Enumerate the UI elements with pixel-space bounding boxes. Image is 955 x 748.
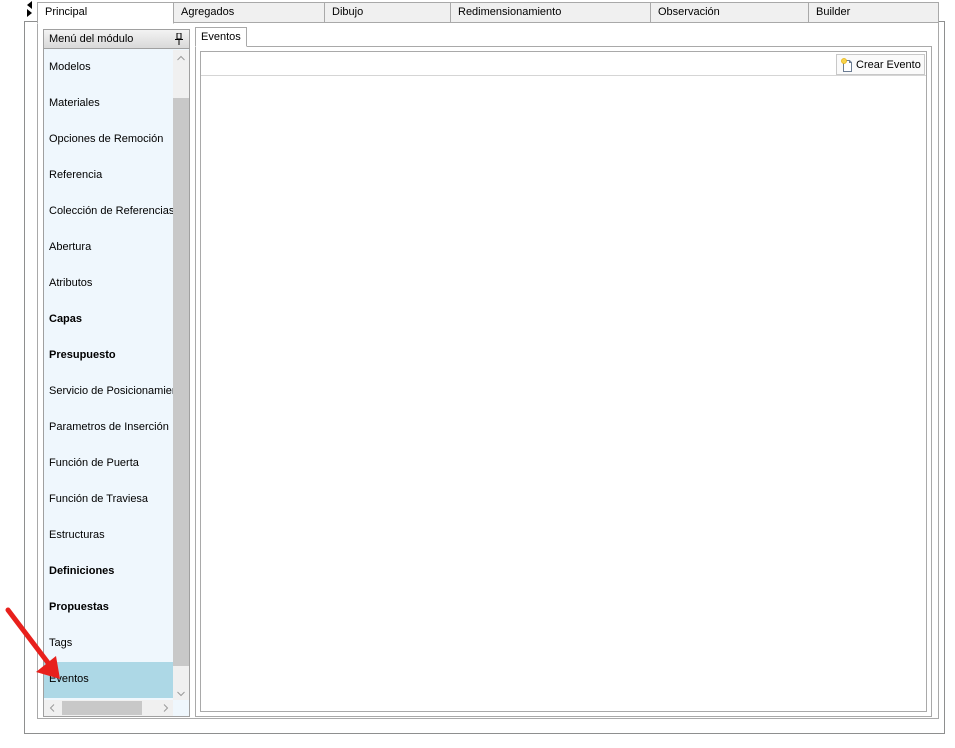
menu-item-materiales[interactable]: Materiales <box>44 86 174 122</box>
vertical-scrollbar[interactable] <box>173 50 189 702</box>
menu-item-funcion-de-puerta[interactable]: Función de Puerta <box>44 446 174 482</box>
scroll-left-button[interactable] <box>44 700 60 716</box>
menu-item-modelos[interactable]: Modelos <box>44 50 174 86</box>
menu-item-presupuesto[interactable]: Presupuesto <box>44 338 174 374</box>
chevron-up-icon <box>177 55 185 61</box>
nav-right-arrow-icon[interactable] <box>27 9 32 17</box>
tab-redimensionamiento[interactable]: Redimensionamiento <box>451 2 651 23</box>
top-tab-strip: Principal Agregados Dibujo Redimensionam… <box>37 2 939 24</box>
scrollbar-corner <box>173 700 189 716</box>
tab-principal[interactable]: Principal <box>37 2 174 24</box>
red-arrow-icon <box>5 607 60 679</box>
menu-item-servicio-de-posicionamiento[interactable]: Servicio de Posicionamiento <box>44 374 174 410</box>
chevron-down-icon <box>177 691 185 697</box>
menu-item-referencia[interactable]: Referencia <box>44 158 174 194</box>
menu-item-parametros-de-insercion[interactable]: Parametros de Inserción <box>44 410 174 446</box>
horizontal-scroll-thumb[interactable] <box>62 701 142 715</box>
menu-item-definiciones[interactable]: Definiciones <box>44 554 174 590</box>
events-toolbar: Crear Evento <box>201 52 926 76</box>
menu-item-opciones-de-remocion[interactable]: Opciones de Remoción <box>44 122 174 158</box>
horizontal-scrollbar[interactable] <box>44 700 174 716</box>
events-content: Crear Evento <box>200 51 927 712</box>
new-document-icon <box>841 58 852 72</box>
module-menu-header: Menú del módulo <box>44 30 189 49</box>
pin-icon[interactable] <box>175 33 183 45</box>
module-menu-title: Menú del módulo <box>49 33 134 45</box>
tab-agregados[interactable]: Agregados <box>174 2 325 23</box>
menu-item-coleccion-de-referencias[interactable]: Colección de Referencias <box>44 194 174 230</box>
tab-dibujo[interactable]: Dibujo <box>325 2 451 23</box>
vertical-scroll-thumb[interactable] <box>173 98 189 666</box>
scroll-right-button[interactable] <box>158 700 174 716</box>
menu-item-capas[interactable]: Capas <box>44 302 174 338</box>
nav-left-arrow-icon[interactable] <box>27 1 32 9</box>
menu-item-atributos[interactable]: Atributos <box>44 266 174 302</box>
create-event-label: Crear Evento <box>856 59 921 71</box>
scroll-up-button[interactable] <box>173 50 189 66</box>
tab-observacion[interactable]: Observación <box>651 2 809 23</box>
tab-eventos[interactable]: Eventos <box>195 27 247 47</box>
menu-item-abertura[interactable]: Abertura <box>44 230 174 266</box>
create-event-button[interactable]: Crear Evento <box>836 54 925 75</box>
menu-item-estructuras[interactable]: Estructuras <box>44 518 174 554</box>
tab-builder[interactable]: Builder <box>809 2 939 23</box>
chevron-left-icon <box>49 704 55 712</box>
chevron-right-icon <box>163 704 169 712</box>
menu-item-funcion-de-traviesa[interactable]: Función de Traviesa <box>44 482 174 518</box>
events-panel: Crear Evento <box>195 46 932 717</box>
